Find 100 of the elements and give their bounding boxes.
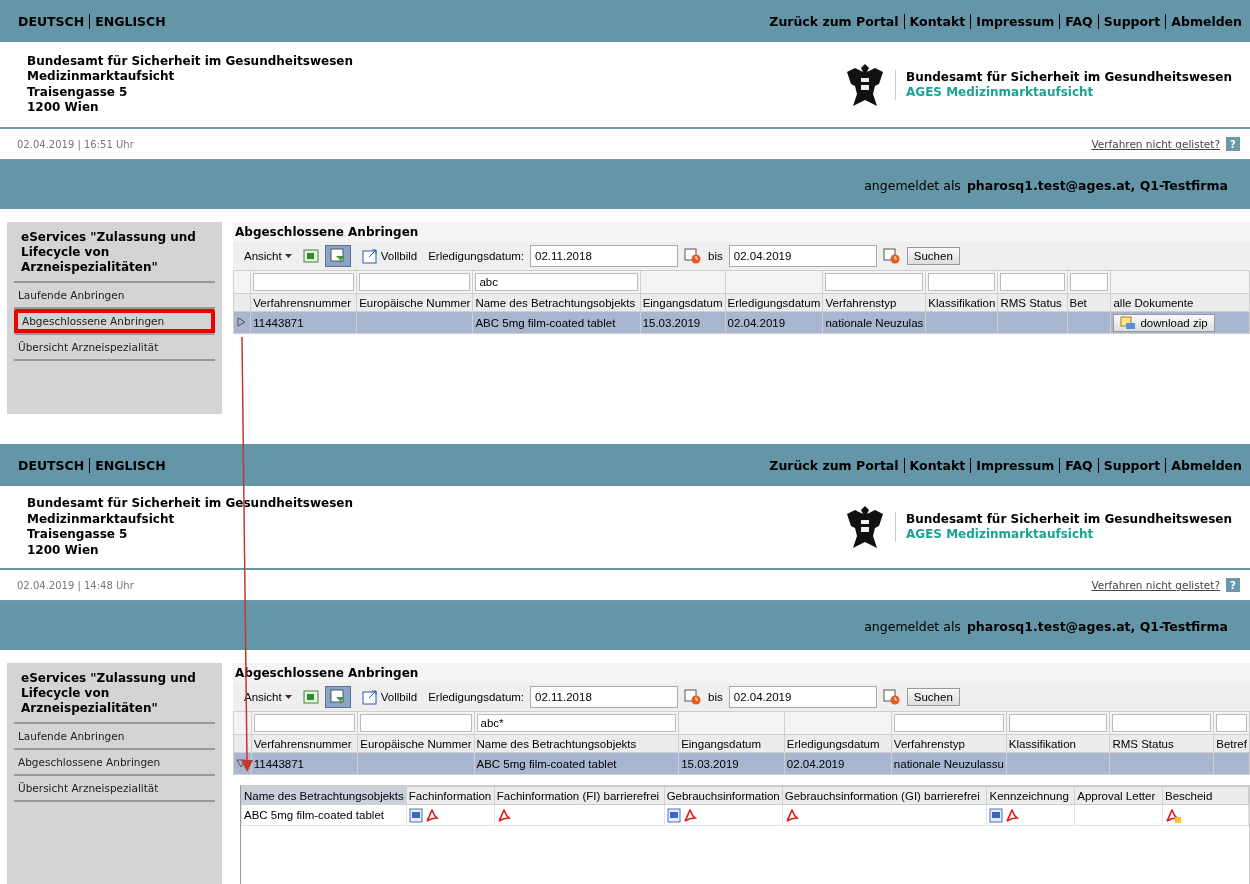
filter-button[interactable] (324, 245, 351, 267)
help-link[interactable]: Verfahren nicht gelistet? (1091, 579, 1220, 591)
address-line: Medizinmarktaufsicht (27, 511, 176, 527)
timestamp: 02.04.2019 | 16:51 Uhr (17, 138, 134, 150)
column-header[interactable]: Fachinformation (406, 786, 495, 805)
address-line: Traisengasse 5 (27, 84, 129, 100)
nav-link[interactable]: Abmelden (1165, 457, 1242, 473)
filter-field[interactable] (253, 273, 355, 291)
nav-link[interactable]: Impressum (970, 457, 1055, 473)
pdf-icon[interactable] (1005, 807, 1020, 823)
date-label: Erledigungsdatum: (428, 250, 525, 262)
fullscreen-icon (361, 689, 378, 705)
nav-link[interactable]: Support (1097, 13, 1161, 29)
language-link[interactable]: ENGLISCH (89, 457, 166, 473)
filter-field[interactable] (1216, 714, 1247, 732)
sidebar-item[interactable]: Laufende Anbringen (14, 283, 215, 309)
login-user: pharosq1.test@ages.at, Q1-Testfirma (966, 618, 1228, 634)
filter-field[interactable] (1000, 273, 1065, 291)
fullscreen-button[interactable]: Vollbild (356, 245, 423, 267)
content-title: Abgeschlossene Anbringen (233, 222, 1250, 242)
timestamp: 02.04.2019 | 14:48 Uhr (17, 579, 134, 591)
sidebar-title: eServices "Zulassung und Lifecycle von Arzneispezialitäten" (14, 663, 215, 724)
column-header[interactable]: Approval Letter (1074, 786, 1163, 805)
filter-field[interactable] (1069, 273, 1109, 291)
crest-icon (845, 504, 885, 550)
org-name: Bundesamt für Sicherheit im Gesundheitswesen (906, 69, 1232, 85)
calendar-icon[interactable] (882, 248, 901, 264)
filter-field[interactable]: abc* (476, 714, 677, 732)
org-unit: AGES Medizinmarktaufsicht (906, 84, 1095, 100)
view-menu-button[interactable]: Ansicht (239, 247, 297, 265)
nav-link[interactable]: Kontakt (903, 13, 966, 29)
column-header[interactable]: Bescheid (1162, 786, 1249, 805)
caret-icon (284, 254, 292, 258)
table-cell: nationale Neuzulassu (893, 757, 1004, 770)
nav-link[interactable]: Zurück zum Portal (769, 13, 899, 29)
filter-field[interactable] (1112, 714, 1212, 732)
nav-link[interactable]: Impressum (970, 13, 1055, 29)
nav-link[interactable]: Kontakt (903, 457, 966, 473)
address-line: 1200 Wien (27, 542, 100, 558)
filter-icon (329, 248, 346, 264)
word-document-icon[interactable] (408, 807, 423, 823)
filter-button[interactable] (324, 686, 351, 708)
sidebar-item[interactable]: Übersicht Arzneispezialität (14, 335, 215, 361)
calendar-icon[interactable] (684, 689, 703, 705)
crest-icon (845, 61, 885, 108)
word-document-icon[interactable] (666, 807, 681, 823)
pdf-icon[interactable] (1164, 807, 1181, 823)
pdf-icon[interactable] (424, 807, 439, 823)
calendar-icon[interactable] (684, 248, 703, 264)
sidebar-item[interactable]: Abgeschlossene Anbringen (14, 309, 215, 335)
sidebar-item[interactable]: Übersicht Arzneispezialität (14, 776, 215, 802)
sidebar-item[interactable]: Abgeschlossene Anbringen (14, 750, 215, 776)
expand-triangle-icon[interactable] (236, 316, 246, 327)
nav-link[interactable]: FAQ (1059, 13, 1093, 29)
filter-field[interactable]: abc (475, 273, 638, 291)
pdf-icon[interactable] (496, 807, 511, 823)
nav-link[interactable]: Zurück zum Portal (769, 457, 899, 473)
org-unit: AGES Medizinmarktaufsicht (906, 527, 1095, 542)
language-link[interactable]: DEUTSCH (18, 457, 85, 473)
nav-link[interactable]: Abmelden (1165, 13, 1242, 29)
table-cell: 02.04.2019 (727, 316, 786, 329)
spreadsheet-icon[interactable] (302, 689, 319, 705)
nav-link[interactable]: FAQ (1059, 457, 1093, 473)
language-link[interactable]: DEUTSCH (18, 13, 85, 29)
filter-field[interactable] (825, 273, 924, 291)
language-link[interactable]: ENGLISCH (89, 13, 166, 29)
column-header[interactable]: Name des Betrachtungsobjekts (241, 786, 407, 805)
search-button[interactable]: Suchen (906, 247, 960, 265)
collapse-triangle-icon[interactable] (236, 757, 246, 768)
date-from-field[interactable]: 02.11.2018 (530, 686, 679, 708)
sidebar-title: eServices "Zulassung und Lifecycle von Arzneispezialitäten" (14, 222, 215, 283)
help-link[interactable]: Verfahren nicht gelistet? (1091, 138, 1220, 150)
calendar-icon[interactable] (882, 689, 901, 705)
filter-field[interactable] (360, 714, 472, 732)
date-to-field[interactable]: 02.04.2019 (728, 245, 877, 267)
column-header[interactable]: Gebrauchsinformation (GI) barrierefrei (782, 786, 987, 805)
filter-field[interactable] (893, 714, 1004, 732)
to-label: bis (708, 691, 723, 703)
word-document-icon[interactable] (989, 807, 1004, 823)
pdf-icon[interactable] (784, 807, 799, 823)
pdf-icon[interactable] (682, 807, 697, 823)
filter-field[interactable] (1008, 714, 1108, 732)
spreadsheet-icon[interactable] (302, 248, 319, 264)
search-button[interactable]: Suchen (906, 688, 960, 706)
table-cell: 11443871 (253, 757, 304, 770)
nav-link[interactable]: Support (1097, 457, 1161, 473)
date-to-field[interactable]: 02.04.2019 (728, 686, 877, 708)
sidebar-item[interactable]: Laufende Anbringen (14, 724, 215, 750)
column-header[interactable]: Fachinformation (FI) barrierefrei (494, 786, 665, 805)
filter-field[interactable] (359, 273, 471, 291)
login-label: angemeldet als (864, 177, 961, 193)
login-user: pharosq1.test@ages.at, Q1-Testfirma (966, 177, 1228, 193)
date-from-field[interactable]: 02.11.2018 (530, 245, 679, 267)
filter-field[interactable] (253, 714, 356, 732)
download-button[interactable]: download zip (1113, 313, 1215, 332)
column-header[interactable]: Kennzeichnung (987, 786, 1075, 805)
filter-field[interactable] (928, 273, 996, 291)
column-header[interactable]: Gebrauchsinformation (664, 786, 783, 805)
fullscreen-button[interactable]: Vollbild (356, 686, 423, 708)
table-cell: ABC 5mg film-coated tablet (244, 809, 384, 821)
